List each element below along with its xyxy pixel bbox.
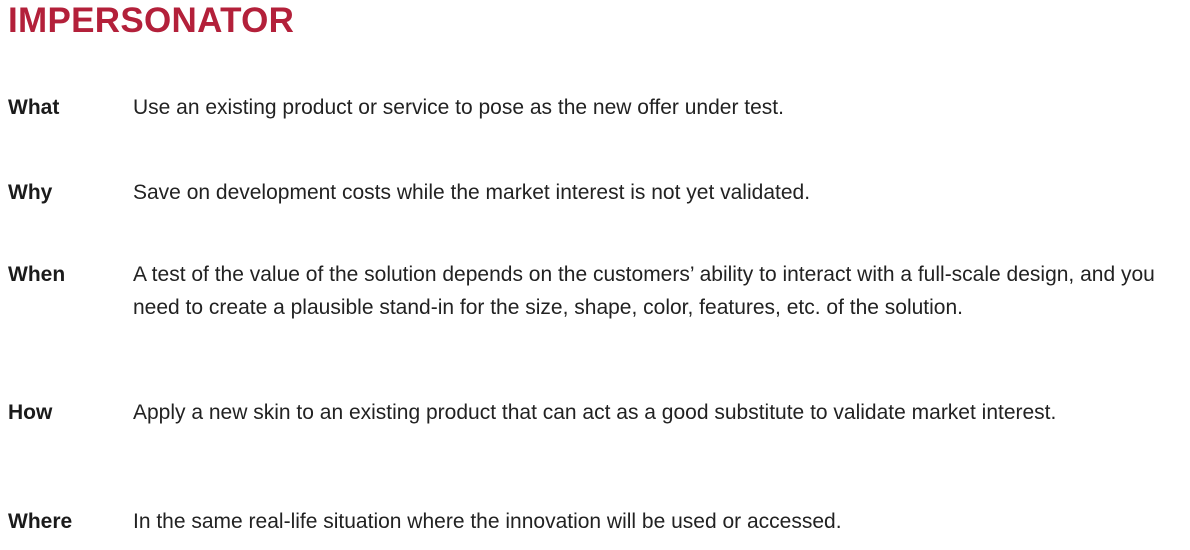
term-label: Where (8, 510, 73, 533)
term-description: Save on development costs while the mark… (133, 181, 811, 204)
page-title: IMPERSONATOR (8, 1, 295, 40)
term-description: In the same real-life situation where th… (133, 510, 842, 533)
term-description: A test of the value of the solution depe… (133, 263, 1155, 319)
term-label: How (8, 401, 53, 424)
term-description: Use an existing product or service to po… (133, 96, 784, 119)
term-label: When (8, 263, 66, 286)
term-label: What (8, 96, 60, 119)
term-description: Apply a new skin to an existing product … (133, 401, 1057, 424)
term-label: Why (8, 181, 53, 204)
